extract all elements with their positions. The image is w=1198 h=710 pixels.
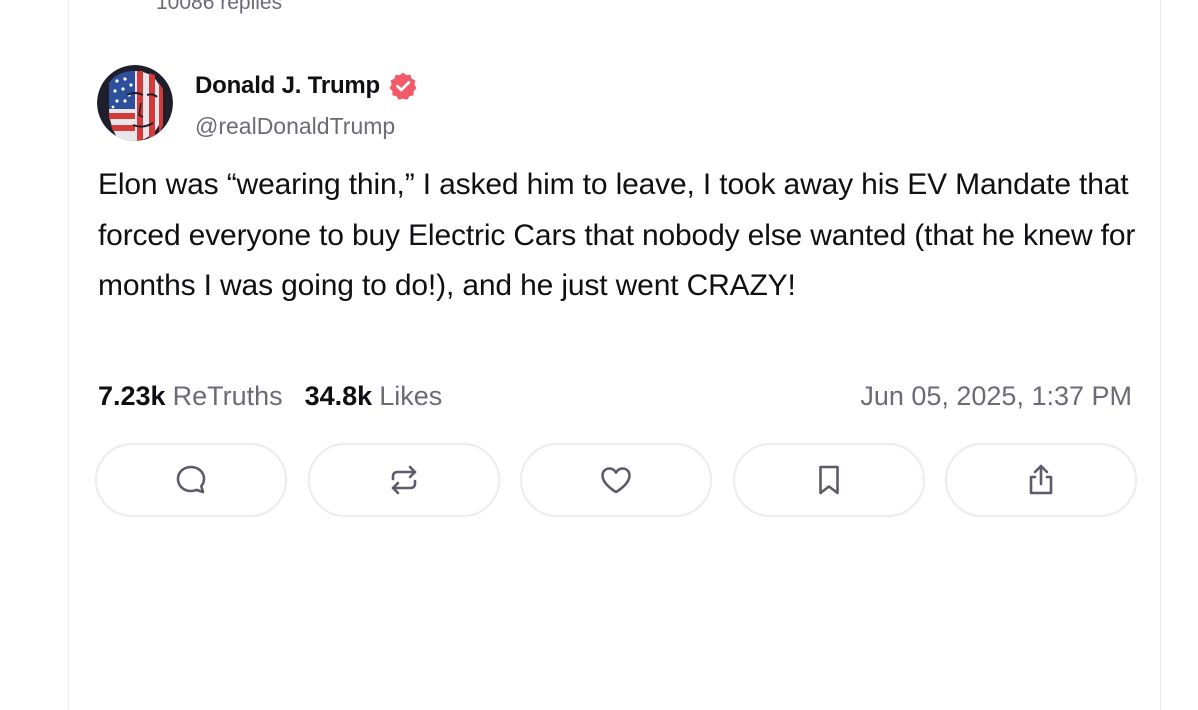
- post-card: [68, 0, 1161, 710]
- retruths-count: 7.23k: [98, 380, 166, 411]
- retruth-icon: [391, 465, 416, 495]
- likes-stat[interactable]: 34.8k Likes: [305, 381, 443, 412]
- bookmark-icon: [818, 465, 839, 495]
- author-handle[interactable]: @realDonaldTrump: [195, 111, 395, 141]
- avatar[interactable]: [97, 65, 173, 141]
- replies-count[interactable]: 10086 replies: [156, 0, 282, 16]
- page-gutter: [0, 0, 68, 686]
- like-button[interactable]: [520, 443, 712, 517]
- likes-count: 34.8k: [304, 380, 373, 411]
- likes-label: Likes: [379, 380, 443, 411]
- reply-button[interactable]: [95, 443, 287, 517]
- flag-face-avatar-icon: [97, 65, 173, 141]
- share-button[interactable]: [945, 443, 1137, 517]
- retruth-button[interactable]: [307, 443, 500, 517]
- post-text: Elon was “wearing thin,” I asked him to …: [98, 168, 1136, 302]
- author-name[interactable]: Donald J. Trump: [195, 72, 380, 100]
- reply-icon: [176, 465, 206, 494]
- post-timestamp[interactable]: Jun 05, 2025, 1:37 PM: [860, 381, 1132, 412]
- retruths-stat[interactable]: 7.23k ReTruths: [98, 381, 283, 412]
- bookmark-button[interactable]: [732, 443, 925, 517]
- share-icon: [1029, 464, 1053, 495]
- verified-badge-icon: [388, 71, 418, 101]
- post-actions: [95, 443, 1137, 521]
- post-stats: 7.23k ReTruths 34.8k Likes Jun 05, 2025,…: [98, 378, 1132, 414]
- heart-icon: [601, 467, 631, 494]
- retruths-label: ReTruths: [172, 380, 283, 411]
- author-name-row[interactable]: Donald J. Trump: [195, 70, 418, 102]
